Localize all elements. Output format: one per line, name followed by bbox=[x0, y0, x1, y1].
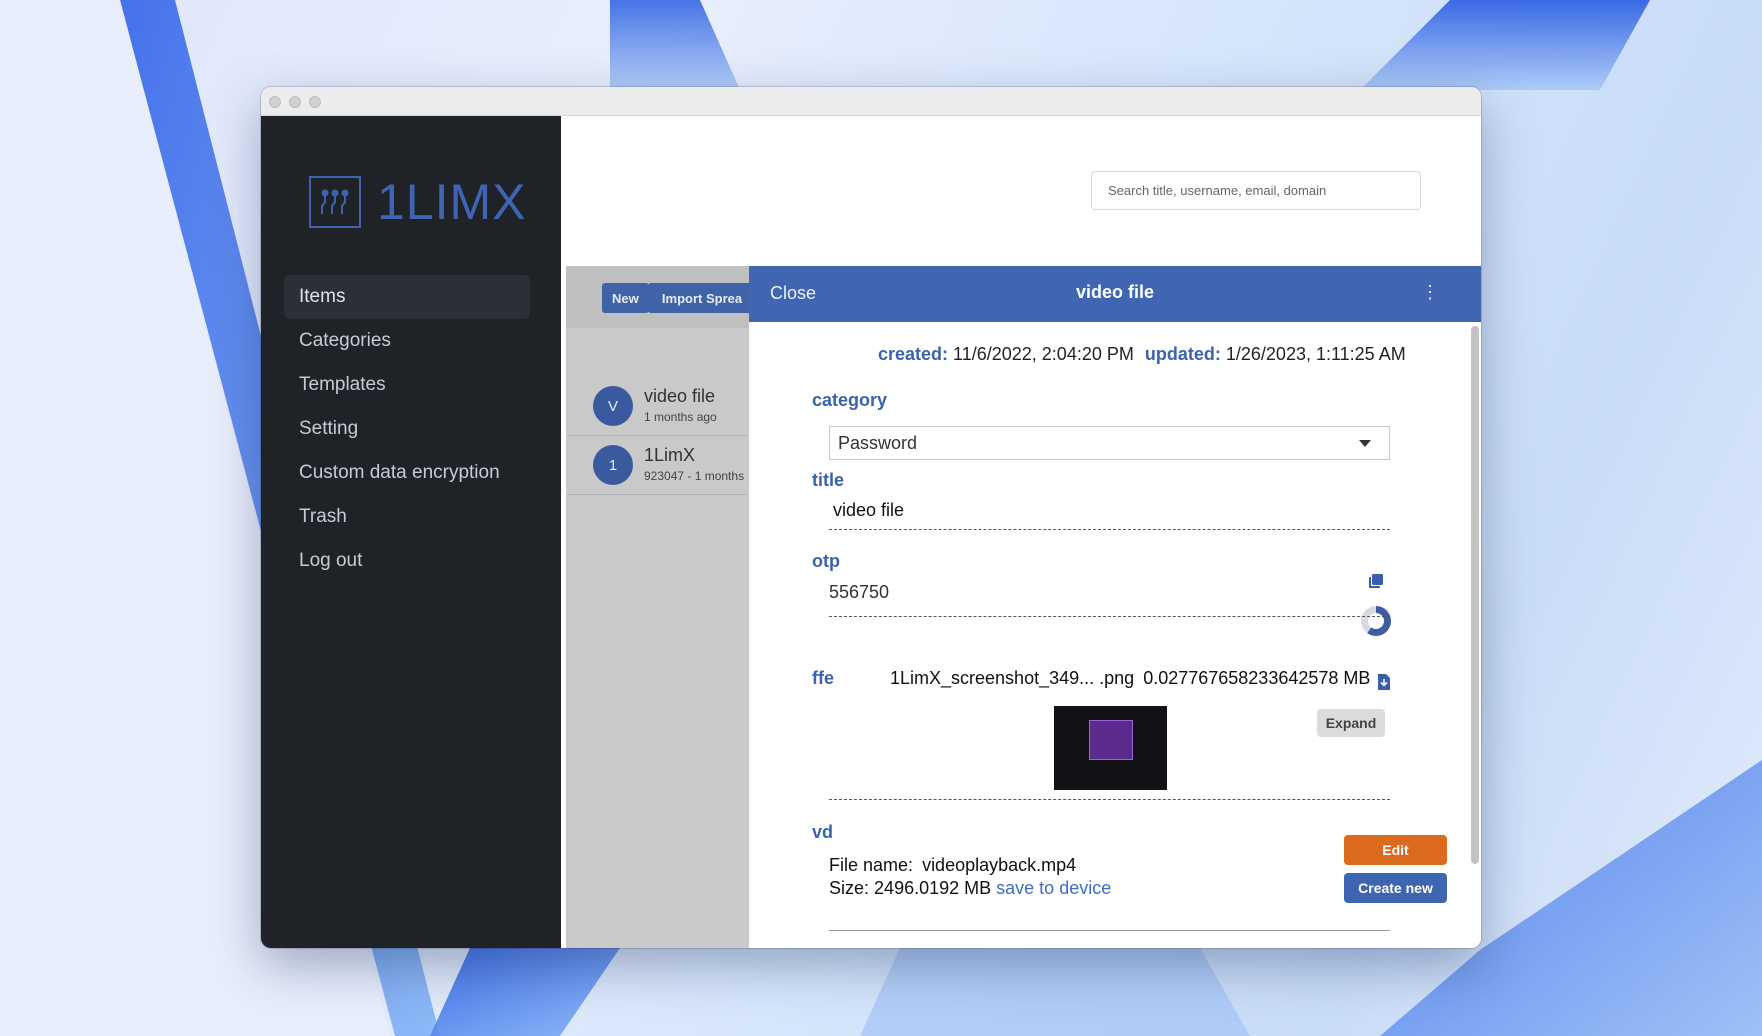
timer-icon bbox=[1361, 606, 1391, 636]
updated-value: 1/26/2023, 1:11:25 AM bbox=[1225, 344, 1406, 364]
minimize-window-button[interactable] bbox=[289, 96, 301, 108]
updated-label: updated: bbox=[1144, 344, 1221, 364]
sidebar-item-label: Templates bbox=[299, 374, 386, 395]
new-button[interactable]: New bbox=[602, 283, 649, 313]
sidebar-item-trash[interactable]: Trash bbox=[284, 495, 530, 539]
list-item-subtitle: 1 months ago bbox=[644, 410, 717, 424]
logo-text: 1LIMX bbox=[377, 174, 527, 230]
main-content: New Import Sprea V video file 1 months a… bbox=[561, 116, 1481, 948]
sidebar-item-label: Trash bbox=[299, 506, 347, 527]
save-to-device-link[interactable]: save to device bbox=[996, 878, 1111, 898]
otp-label: otp bbox=[812, 551, 840, 571]
more-options-icon[interactable]: ⋮ bbox=[1421, 282, 1439, 303]
sidebar-item-custom-data-encryption[interactable]: Custom data encryption bbox=[284, 451, 530, 495]
zoom-window-button[interactable] bbox=[309, 96, 321, 108]
ffe-filename: 1LimX_screenshot_349... .png bbox=[890, 668, 1135, 688]
file-name-row: File name: videoplayback.mp4 bbox=[829, 855, 1076, 876]
ffe-size: 0.027767658233642578 MB bbox=[1143, 668, 1371, 688]
search-input[interactable] bbox=[1091, 171, 1421, 210]
ffe-file-info: 1LimX_screenshot_349... .png 0.027767658… bbox=[890, 668, 1370, 689]
divider bbox=[829, 616, 1390, 617]
timestamps: created: 11/6/2022, 2:04:20 PM updated: … bbox=[878, 344, 1406, 365]
close-window-button[interactable] bbox=[269, 96, 281, 108]
sidebar-item-label: Categories bbox=[299, 330, 391, 351]
title-label: title bbox=[812, 470, 845, 490]
avatar: 1 bbox=[593, 445, 633, 485]
thumbnail-preview bbox=[1089, 720, 1133, 760]
import-spreadsheet-button[interactable]: Import Sprea bbox=[648, 283, 756, 313]
window-titlebar bbox=[261, 87, 1481, 116]
size-label: Size: bbox=[829, 878, 870, 898]
sidebar-item-label: Custom data encryption bbox=[299, 462, 500, 483]
sidebar-item-templates[interactable]: Templates bbox=[284, 363, 530, 407]
created-label: created: bbox=[878, 344, 949, 364]
list-item-title: video file bbox=[644, 386, 716, 406]
chevron-down-icon bbox=[1359, 440, 1371, 447]
size-value: 2496.0192 MB bbox=[874, 878, 992, 898]
app-window: 1LIMX Items Categories Templates Setting… bbox=[261, 87, 1481, 948]
copy-icon[interactable] bbox=[1368, 573, 1384, 589]
file-name-value: videoplayback.mp4 bbox=[922, 855, 1077, 875]
sidebar-item-label: Items bbox=[299, 286, 346, 307]
expand-button[interactable]: Expand bbox=[1317, 709, 1385, 737]
logo-icon bbox=[309, 176, 361, 228]
sidebar-item-label: Log out bbox=[299, 550, 363, 571]
divider bbox=[829, 799, 1390, 800]
panel-title: video file bbox=[1075, 282, 1155, 302]
divider bbox=[829, 930, 1390, 931]
download-icon[interactable] bbox=[1378, 674, 1390, 690]
category-value: Password bbox=[838, 433, 918, 453]
sidebar-item-categories[interactable]: Categories bbox=[284, 319, 530, 363]
created-value: 11/6/2022, 2:04:20 PM bbox=[953, 344, 1134, 364]
ffe-label: ffe bbox=[812, 668, 834, 688]
image-thumbnail[interactable] bbox=[1054, 706, 1167, 790]
vd-label: vd bbox=[812, 822, 834, 842]
create-new-button[interactable]: Create new bbox=[1344, 873, 1447, 903]
sidebar-item-items[interactable]: Items bbox=[284, 275, 530, 319]
file-size-row: Size: 2496.0192 MB save to device bbox=[829, 878, 1111, 899]
sidebar: 1LIMX Items Categories Templates Setting… bbox=[261, 116, 561, 948]
category-label: category bbox=[812, 390, 888, 410]
otp-value: 556750 bbox=[829, 582, 890, 602]
divider bbox=[829, 529, 1390, 530]
list-item[interactable]: 1 1LimX 923047 - 1 months bbox=[566, 437, 756, 495]
list-item[interactable]: V video file 1 months ago bbox=[566, 378, 756, 436]
avatar: V bbox=[593, 386, 633, 426]
item-detail-panel: Close video file ⋮ created: 11/6/2022, 2… bbox=[749, 266, 1481, 948]
list-item-subtitle: 923047 - 1 months bbox=[644, 469, 745, 483]
sidebar-item-label: Setting bbox=[299, 418, 359, 439]
sidebar-nav: Items Categories Templates Setting Custo… bbox=[284, 275, 584, 583]
panel-header: Close video file ⋮ bbox=[749, 266, 1481, 322]
app-logo: 1LIMX bbox=[309, 173, 527, 231]
file-name-label: File name: bbox=[829, 855, 914, 875]
list-item-title: 1LimX bbox=[644, 445, 696, 465]
panel-scrollbar[interactable] bbox=[1471, 326, 1479, 864]
title-field[interactable]: video file bbox=[833, 500, 904, 521]
sidebar-item-log-out[interactable]: Log out bbox=[284, 539, 530, 583]
list-toolbar: New Import Sprea bbox=[566, 266, 756, 328]
category-select[interactable]: Password bbox=[829, 426, 1390, 460]
sidebar-item-setting[interactable]: Setting bbox=[284, 407, 530, 451]
edit-button[interactable]: Edit bbox=[1344, 835, 1447, 865]
